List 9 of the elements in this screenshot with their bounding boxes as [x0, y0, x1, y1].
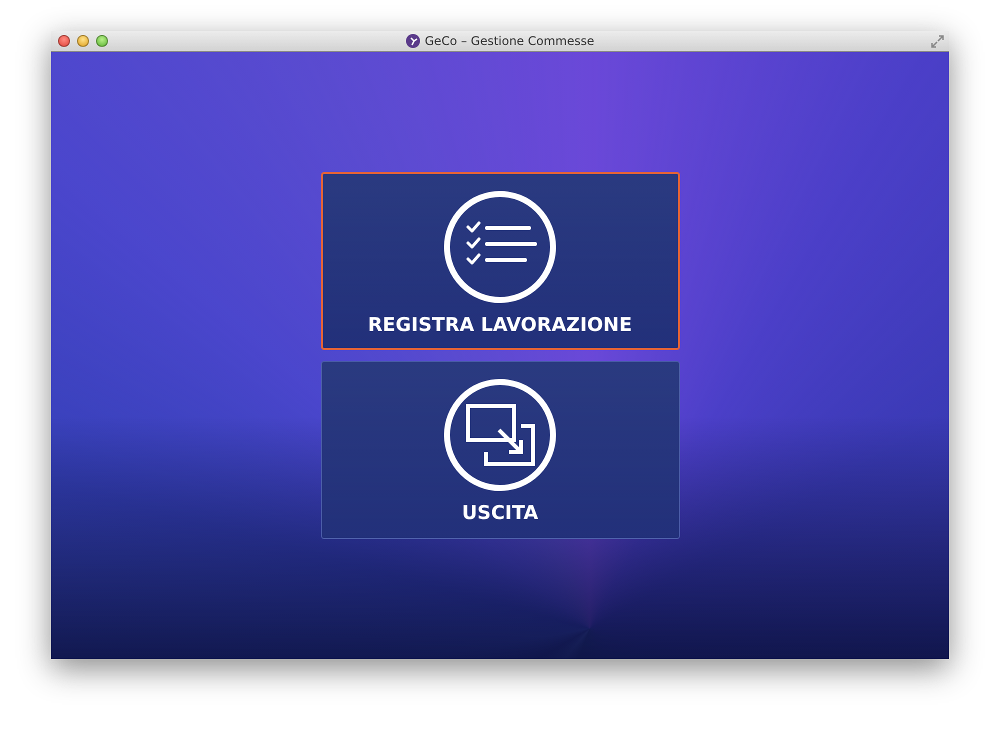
- checklist-icon: [443, 190, 557, 304]
- minimize-button[interactable]: [77, 35, 89, 47]
- fullscreen-icon[interactable]: [931, 34, 944, 48]
- menu-button[interactable]: REGISTRA LAVORAZIONE: [320, 172, 680, 350]
- app-logo-icon: [406, 34, 420, 48]
- close-button[interactable]: [58, 35, 70, 47]
- menu-button[interactable]: USCITA: [320, 361, 680, 539]
- window-title: GeCo – Gestione Commesse: [424, 34, 594, 48]
- zoom-button[interactable]: [96, 35, 108, 47]
